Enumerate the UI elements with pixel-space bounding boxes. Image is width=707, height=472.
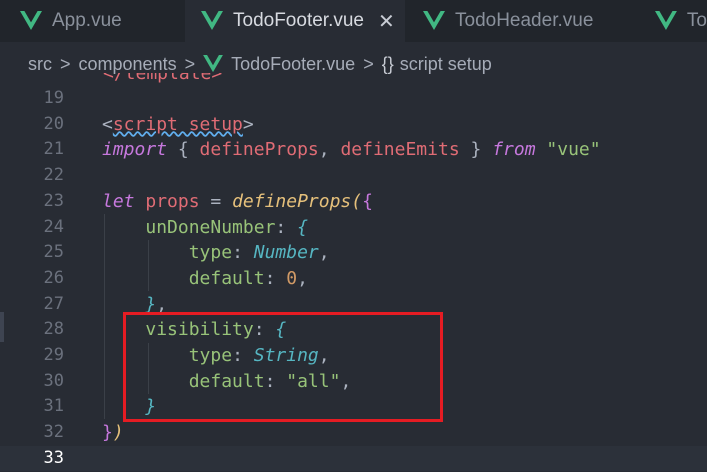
line-number: 30 [43, 370, 64, 391]
vue-file-icon [423, 11, 445, 30]
line-number: 31 [43, 396, 64, 417]
tab-label: TodoFooter.vue [233, 10, 364, 31]
chevron-right-icon: > [60, 53, 71, 74]
symbol-braces-icon: {} [381, 53, 394, 74]
line-number: 19 [43, 88, 64, 108]
chevron-right-icon: > [184, 53, 196, 74]
close-icon[interactable]: ✕ [378, 9, 395, 34]
code-line: default: 0, [188, 267, 308, 289]
line-number: 23 [43, 190, 64, 211]
indent-guide [148, 240, 149, 291]
code-line: }) [102, 422, 124, 444]
code-line: import { defineProps, defineEmits } from… [102, 139, 601, 161]
tab-bar: App.vue TodoFooter.vue ✕ TodoHeader.vue … [0, 0, 707, 42]
vue-file-icon [655, 11, 677, 30]
breadcrumb-symbol[interactable]: script setup [400, 54, 492, 75]
line-number: 24 [43, 216, 64, 237]
line-number: 27 [43, 293, 64, 314]
line-number: 25 [43, 242, 64, 263]
vue-file-icon [203, 55, 223, 73]
annotation-highlight-box [123, 312, 443, 422]
line-number: 29 [43, 345, 64, 365]
vue-file-icon [20, 11, 42, 30]
breadcrumb-components[interactable]: components [79, 54, 177, 75]
line-number: 26 [43, 267, 64, 288]
line-number: 21 [43, 139, 64, 160]
line-number: 20 [43, 113, 64, 134]
vue-file-icon [201, 11, 223, 30]
gutter-marker [0, 312, 4, 342]
line-number: 28 [43, 319, 64, 340]
tab-truncated[interactable]: To [637, 0, 707, 42]
tab-app-vue[interactable]: App.vue [0, 0, 185, 42]
tab-todoheader-vue[interactable]: TodoHeader.vue [407, 0, 637, 42]
code-line: type: Number, [188, 242, 330, 264]
code-line: <script setup> [102, 113, 254, 135]
breadcrumb-file[interactable]: TodoFooter.vue [231, 54, 355, 75]
line-number: 22 [43, 165, 64, 186]
tab-label: To [686, 10, 707, 31]
tab-label: App.vue [52, 10, 122, 31]
line-number-current: 33 [43, 447, 64, 468]
chevron-right-icon: > [363, 53, 374, 74]
code-line: unDoneNumber: { [145, 216, 308, 238]
line-number: 32 [43, 422, 64, 443]
tab-todofooter-vue[interactable]: TodoFooter.vue ✕ [185, 0, 405, 42]
tab-label: TodoHeader.vue [455, 10, 594, 31]
breadcrumb-src[interactable]: src [28, 54, 52, 75]
indent-guide [104, 214, 105, 419]
code-line: let props = defineProps({ [102, 190, 373, 212]
